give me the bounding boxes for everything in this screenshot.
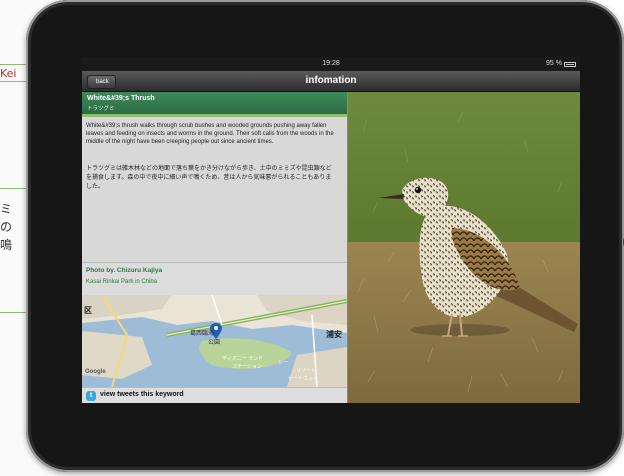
page-title: infomation: [305, 75, 357, 86]
status-bar: 19:28 95 %: [82, 57, 580, 71]
bird-photo: [348, 92, 580, 403]
map-label: シー: [278, 360, 289, 366]
background-text: ミ: [0, 202, 13, 216]
navigation-bar: back infomation: [82, 71, 580, 92]
thrush-photo-graphic: [348, 92, 580, 403]
photo-location[interactable]: Kasai Rinkai Park in Chiba: [86, 279, 157, 285]
map-label: 区: [84, 306, 92, 315]
status-time: 19:28: [322, 60, 340, 67]
twitter-icon: t: [86, 391, 96, 401]
photo-credit: Photo by. Chizuru Kajiya Kasai Rinkai Pa…: [82, 262, 347, 296]
map-label: ゲートウェイ: [288, 376, 319, 382]
map-logo: Google: [85, 369, 106, 375]
bird-name: White&#39;s Thrush: [87, 95, 155, 102]
location-map[interactable]: 区 葛西臨海 公園 浦安 ディズニー ランド ステーション シー リゾート ゲー…: [82, 295, 347, 387]
bird-description-japanese: トラツグミは雑木林などの地面で落ち葉をかき分けながら歩き、土中のミミズや昆虫類な…: [86, 166, 332, 190]
background-text: の: [0, 220, 13, 234]
tweets-label: view tweets this keyword: [100, 391, 184, 398]
background-text: 鳴: [0, 238, 13, 252]
map-label: 公園: [208, 340, 221, 346]
bird-description: White&#39;s thrush walks through scrub b…: [86, 123, 334, 146]
battery-percent: 95 %: [546, 60, 562, 67]
map-label: ステーション: [232, 364, 262, 370]
map-label: リゾート: [296, 368, 317, 374]
battery-icon: [564, 61, 576, 67]
map-label: 浦安: [326, 330, 342, 339]
tweets-button[interactable]: t view tweets this keyword: [82, 387, 347, 403]
background-text: Kei: [0, 67, 17, 80]
battery-status: 95 %: [546, 57, 576, 71]
map-label: ディズニー ランド: [222, 356, 264, 362]
app-screen: 19:28 95 % back infomation White&#39;s T…: [82, 57, 580, 403]
map-label: 葛西臨海: [190, 331, 215, 337]
photographer-name: Photo by. Chizuru Kajiya: [86, 267, 163, 274]
info-panel: White&#39;s Thrush トラツグミ White&#39;s thr…: [82, 92, 347, 262]
bird-name-japanese: トラツグミ: [87, 106, 115, 112]
bird-header: White&#39;s Thrush トラツグミ: [82, 92, 347, 117]
